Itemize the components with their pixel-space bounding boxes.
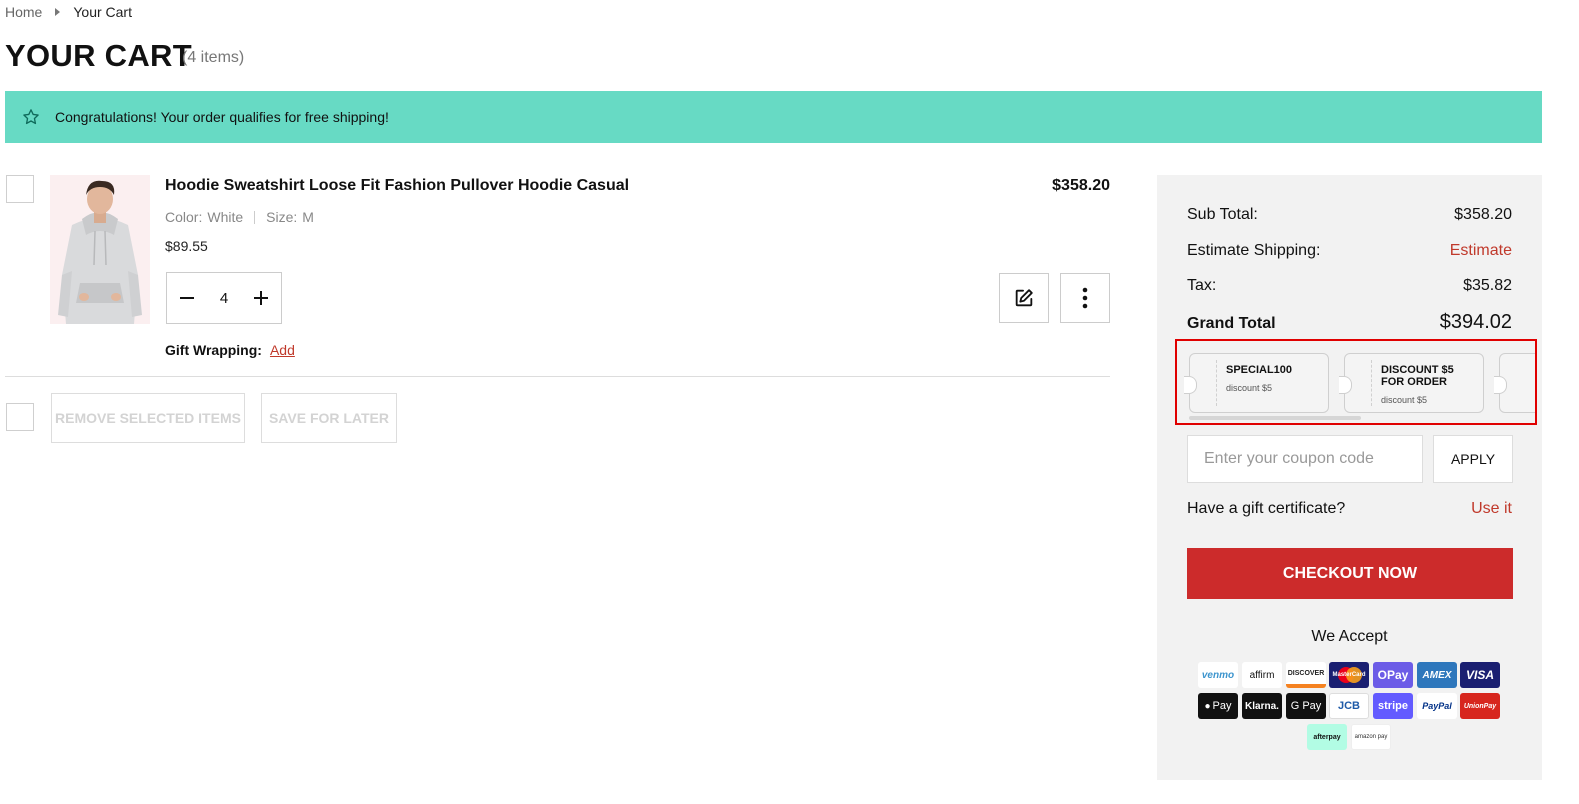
mastercard-logo: MasterCard	[1329, 662, 1369, 688]
affirm-logo: affirm	[1242, 662, 1282, 688]
visa-logo: VISA	[1460, 662, 1500, 688]
edit-item-button[interactable]	[999, 273, 1049, 323]
ticket-notch	[1184, 376, 1197, 394]
venmo-logo: venmo	[1198, 662, 1238, 688]
ticket-perforation	[1371, 360, 1372, 406]
banner-text: Congratulations! Your order qualifies fo…	[55, 109, 389, 125]
shipping-row: Estimate Shipping: Estimate	[1187, 242, 1512, 260]
variant-divider	[254, 210, 256, 224]
more-vertical-icon	[1082, 287, 1088, 309]
breadcrumb-home-link[interactable]: Home	[5, 4, 42, 20]
remove-selected-button[interactable]: REMOVE SELECTED ITEMS	[51, 393, 245, 443]
product-name-link[interactable]: Hoodie Sweatshirt Loose Fit Fashion Pull…	[165, 177, 629, 195]
unit-price: $89.55	[165, 238, 208, 254]
coupon-code: SPECIAL100	[1226, 364, 1293, 376]
coupon-card-partial[interactable]	[1494, 353, 1535, 413]
estimate-shipping-link[interactable]: Estimate	[1450, 242, 1512, 260]
ticket-perforation	[1216, 360, 1217, 406]
subtotal-label: Sub Total:	[1187, 206, 1258, 223]
divider	[5, 376, 1110, 377]
coupon-desc: discount $5	[1226, 383, 1273, 393]
amex-logo: AMEX	[1417, 662, 1457, 688]
coupon-code-input[interactable]	[1187, 435, 1423, 483]
google-pay-logo: G Pay	[1286, 693, 1326, 719]
klarna-logo: Klarna.	[1242, 693, 1282, 719]
jcb-logo: JCB	[1329, 693, 1369, 719]
select-all-checkbox[interactable]	[6, 403, 34, 431]
size-label: Size:	[266, 209, 298, 225]
unionpay-logo: UnionPay	[1460, 693, 1500, 719]
product-variant: Color: White Size: M	[165, 209, 314, 225]
free-shipping-banner: Congratulations! Your order qualifies fo…	[5, 91, 1542, 143]
stripe-logo: stripe	[1373, 693, 1413, 719]
use-gift-certificate-link[interactable]: Use it	[1471, 500, 1512, 518]
discover-logo: DISCOVER	[1286, 662, 1326, 688]
size-value: M	[302, 209, 314, 225]
apply-coupon-button[interactable]: APPLY	[1433, 435, 1513, 483]
we-accept-heading: We Accept	[1311, 628, 1388, 645]
amazon-pay-logo: amazon pay	[1351, 724, 1391, 750]
coupon-card[interactable]: SPECIAL100 discount $5	[1184, 353, 1329, 413]
gift-wrapping: Gift Wrapping: Add	[165, 342, 295, 358]
apple-pay-logo: ● Pay	[1198, 693, 1238, 719]
gift-certificate-label: Have a gift certificate?	[1187, 500, 1346, 517]
apple-pay-label: Pay	[1212, 700, 1232, 712]
coupon-scrollbar[interactable]	[1189, 416, 1361, 420]
breadcrumb-separator-icon	[55, 8, 61, 16]
paypal-logo: PayPal	[1417, 693, 1457, 719]
subtotal-value: $358.20	[1454, 206, 1512, 223]
gift-wrapping-label: Gift Wrapping:	[165, 342, 262, 358]
opay-logo: OPay	[1373, 662, 1413, 688]
page-title: YOUR CART	[5, 38, 192, 73]
subtotal-row: Sub Total: $358.20	[1187, 206, 1512, 224]
ticket-notch	[1494, 376, 1507, 394]
save-for-later-button[interactable]: SAVE FOR LATER	[261, 393, 397, 443]
item-select-checkbox[interactable]	[6, 175, 34, 203]
gift-certificate-row: Have a gift certificate? Use it	[1187, 500, 1512, 518]
order-summary: Sub Total: $358.20 Estimate Shipping: Es…	[1157, 175, 1542, 780]
coupon-desc: discount $5	[1381, 395, 1428, 405]
breadcrumb: Home Your Cart	[5, 4, 132, 20]
coupon-carousel: SPECIAL100 discount $5 DISCOUNT $5 FOR O…	[1175, 339, 1537, 425]
color-label: Color:	[165, 209, 203, 225]
product-image[interactable]	[50, 175, 150, 324]
decrease-quantity-button[interactable]	[179, 290, 195, 306]
grand-total-value: $394.02	[1439, 311, 1512, 333]
tax-row: Tax: $35.82	[1187, 277, 1512, 295]
grand-total-label: Grand Total	[1187, 315, 1276, 332]
tax-value: $35.82	[1463, 277, 1512, 294]
edit-icon	[1015, 289, 1033, 307]
hoodie-model-image	[50, 175, 150, 324]
line-total: $358.20	[1052, 177, 1110, 194]
checkout-button[interactable]: CHECKOUT NOW	[1187, 548, 1513, 599]
gift-wrapping-add-link[interactable]: Add	[270, 342, 295, 358]
mastercard-label: MasterCard	[1332, 672, 1366, 678]
apple-icon: ●	[1204, 700, 1211, 712]
breadcrumb-current: Your Cart	[73, 4, 132, 20]
ticket-notch	[1339, 376, 1352, 394]
grand-total-row: Grand Total $394.02	[1187, 311, 1512, 334]
more-options-button[interactable]	[1060, 273, 1110, 323]
coupon-code: DISCOUNT $5 FOR ORDER	[1381, 364, 1454, 388]
color-value: White	[207, 209, 244, 225]
quantity-stepper: 4	[166, 272, 282, 324]
star-icon	[23, 109, 39, 125]
afterpay-logo: afterpay	[1307, 724, 1347, 750]
tax-label: Tax:	[1187, 277, 1217, 294]
quantity-value[interactable]: 4	[220, 290, 228, 307]
item-count: (4 items)	[182, 49, 245, 66]
coupon-card[interactable]: DISCOUNT $5 FOR ORDER discount $5	[1339, 353, 1484, 413]
shipping-label: Estimate Shipping:	[1187, 242, 1321, 259]
increase-quantity-button[interactable]	[253, 290, 269, 306]
